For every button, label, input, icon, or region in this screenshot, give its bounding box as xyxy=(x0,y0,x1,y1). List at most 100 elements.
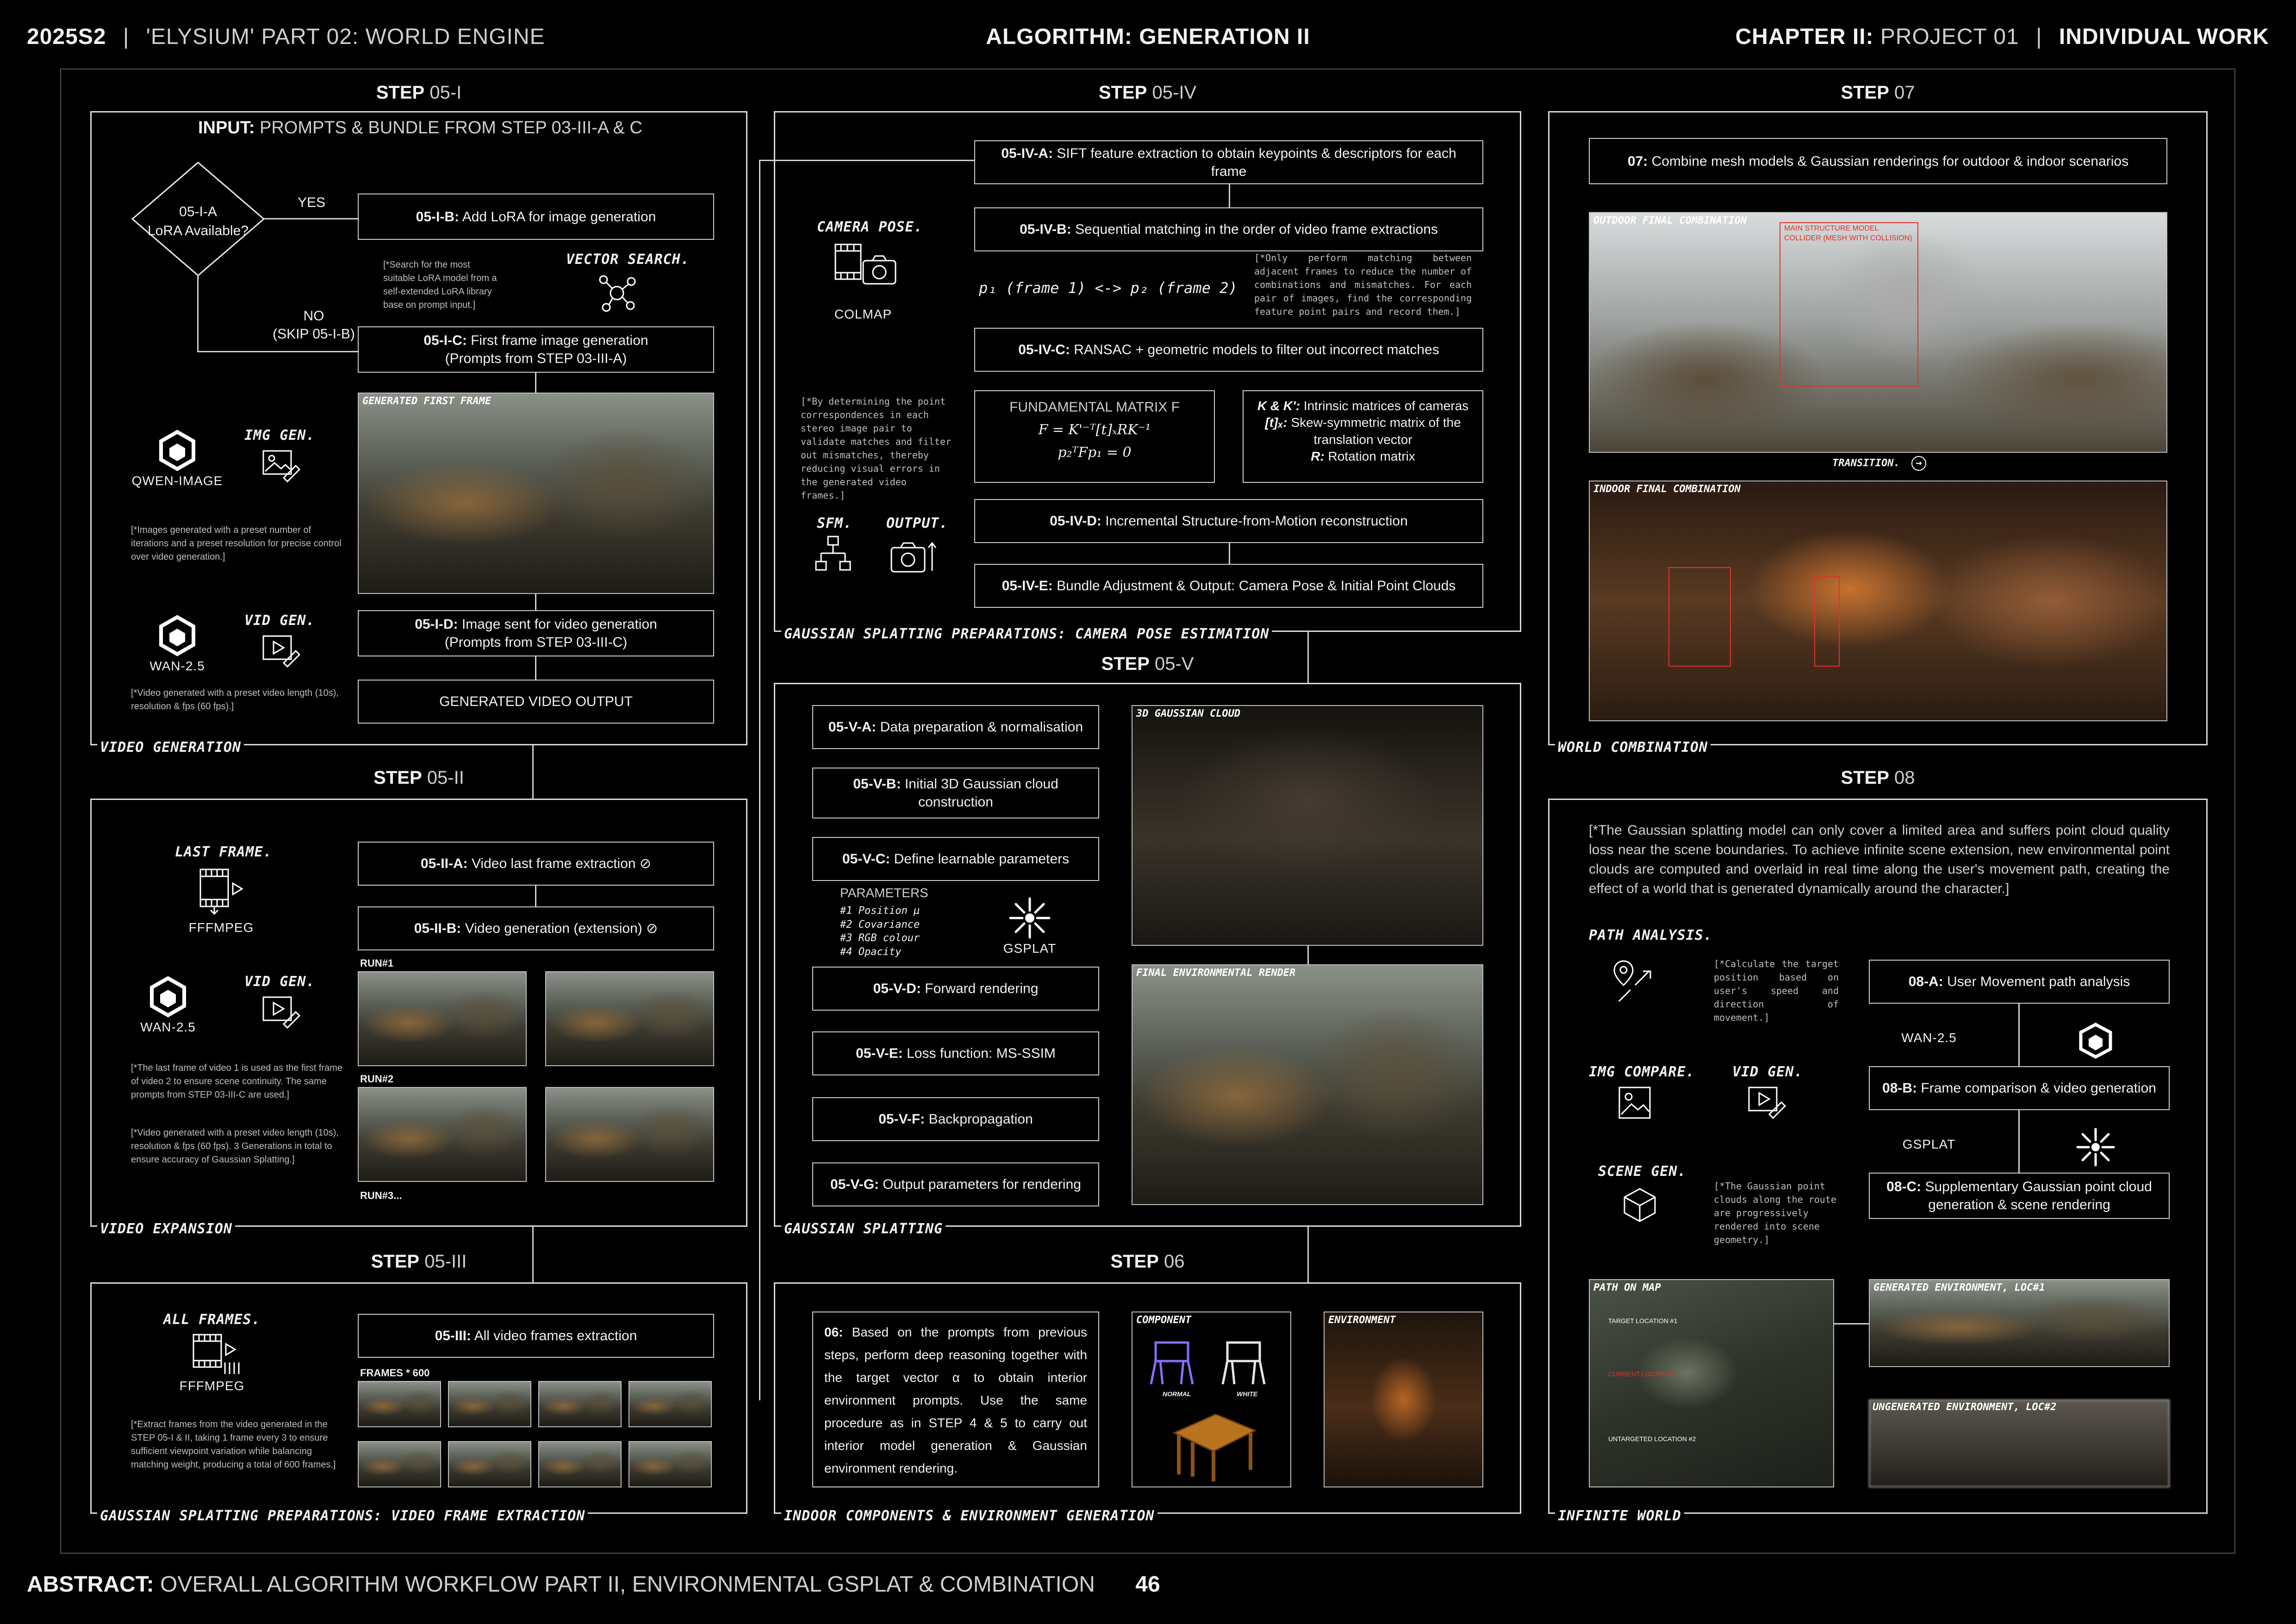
image-tag: 3D GAUSSIAN CLOUD xyxy=(1136,708,1241,719)
panel-footer: VIDEO GENERATION xyxy=(97,739,244,756)
yes-label: YES xyxy=(298,195,326,210)
box-sub: (Prompts from STEP 03-III-A) xyxy=(445,351,627,366)
collider-highlight xyxy=(1668,567,1731,667)
connector xyxy=(535,656,536,680)
panel-footer: INDOOR COMPONENTS & ENVIRONMENT GENERATI… xyxy=(781,1508,1157,1524)
infinite-world-intro: [*The Gaussian splatting model can only … xyxy=(1589,823,2170,896)
box-text: Backpropagation xyxy=(928,1112,1033,1127)
step-05-ii-title: STEP 05-II xyxy=(90,768,747,788)
path-route-icon xyxy=(1613,960,1651,1002)
box-text: RANSAC + geometric models to filter out … xyxy=(1074,342,1439,357)
box-code: 05-IV-D: xyxy=(1050,513,1101,529)
step-number: 06 xyxy=(1164,1251,1185,1272)
box-05-v-b: 05-V-B: Initial 3D Gaussian cloud constr… xyxy=(812,768,1099,818)
box-05-iv-b: 05-IV-B: Sequential matching in the orde… xyxy=(974,207,1483,251)
vid-gen-label: VID GEN. xyxy=(1732,1064,1803,1080)
gaussian-cloud-image: 3D GAUSSIAN CLOUD xyxy=(1132,705,1483,946)
box-text: Image sent for video generation xyxy=(461,617,657,632)
header-right: CHAPTER II: PROJECT 01 | INDIVIDUAL WORK xyxy=(1736,24,2269,50)
generated-first-frame-image: GENERATED FIRST FRAME xyxy=(358,393,714,594)
panel-indoor-generation: 06: Based on the prompts from previous s… xyxy=(774,1282,1521,1514)
box-text: Frame comparison & video generation xyxy=(1921,1081,2156,1096)
image-tag: COMPONENT xyxy=(1136,1314,1192,1326)
box-05-v-c: 05-V-C: Define learnable parameters xyxy=(812,837,1099,881)
panel-footer: GAUSSIAN SPLATTING PREPARATIONS: CAMERA … xyxy=(781,626,1272,642)
no-label: NO (SKIP 05-I-B) xyxy=(268,307,360,343)
decision-text: 05-I-A LoRA Available? xyxy=(129,203,268,240)
indoor-combination-image: INDOOR FINAL COMBINATION xyxy=(1589,481,2167,721)
run-1-video-frame xyxy=(545,971,714,1066)
wan-logo-icon xyxy=(159,615,195,656)
box-05-v-g: 05-V-G: Output parameters for rendering xyxy=(812,1162,1099,1206)
gsplat-icon xyxy=(1009,897,1051,939)
matrix-legend-box: K & K': Intrinsic matrices of cameras [t… xyxy=(1243,390,1483,483)
box-code: 05-V-D: xyxy=(873,981,921,996)
box-text: Incremental Structure-from-Motion recons… xyxy=(1105,513,1408,529)
extracted-frame-thumb xyxy=(358,1381,441,1427)
matching-note: [*Only perform matching between adjacent… xyxy=(1254,252,1472,317)
component-image: COMPONENT NORMAL WHITE xyxy=(1132,1312,1291,1487)
step-05-v-title: STEP 05-V xyxy=(774,654,1521,675)
box-code: 05-IV-B: xyxy=(1020,222,1071,237)
map-target-1: TARGET LOCATION #1 xyxy=(1608,1317,1678,1324)
collider-highlight xyxy=(1814,576,1840,667)
environment-image: ENVIRONMENT xyxy=(1324,1312,1483,1487)
film-frame-icon xyxy=(199,868,243,915)
connector xyxy=(1834,1323,1869,1324)
legend-term: K & K': xyxy=(1257,399,1300,413)
box-text: Sequential matching in the order of vide… xyxy=(1075,222,1438,237)
box-sub: (Prompts from STEP 03-III-C) xyxy=(444,635,628,650)
image-tag: FINAL ENVIRONMENTAL RENDER xyxy=(1136,967,1296,979)
normal-label: NORMAL xyxy=(1163,1390,1191,1398)
box-code: 05-IV-C: xyxy=(1018,342,1070,357)
img-compare-label: IMG COMPARE. xyxy=(1589,1064,1695,1080)
wan-label: WAN-2.5 xyxy=(149,659,205,673)
legend-desc: Skew-symmetric matrix of the translation… xyxy=(1291,415,1461,447)
video-edit-icon xyxy=(262,996,301,1029)
outdoor-combination-image: OUTDOOR FINAL COMBINATION MAIN STRUCTURE… xyxy=(1589,212,2167,453)
run-2-video-frame xyxy=(545,1087,714,1182)
box-code: 05-IV-E: xyxy=(1002,578,1053,593)
wooden-table-icon xyxy=(1172,1413,1257,1481)
step-05-i-title: STEP 05-I xyxy=(90,82,747,103)
box-text: Bundle Adjustment & Output: Camera Pose … xyxy=(1057,578,1456,593)
video-edit-icon xyxy=(262,635,301,668)
step-08-title: STEP 08 xyxy=(1548,768,2208,788)
fm-title: FUNDAMENTAL MATRIX F xyxy=(1009,400,1180,415)
step-number: 08 xyxy=(1894,768,1915,788)
sfm-label: SFM. xyxy=(817,515,852,531)
box-text: All video frames extraction xyxy=(474,1328,637,1343)
header-separator-right: | xyxy=(2036,25,2042,49)
collider-label: MAIN STRUCTURE MODEL COLLIDER (MESH WITH… xyxy=(1784,225,1912,242)
box-text: Initial 3D Gaussian cloud construction xyxy=(904,776,1058,810)
box-05-i-b: 05-I-B: Add LoRA for image generation xyxy=(358,194,714,240)
step-label: STEP xyxy=(1110,1251,1159,1272)
box-text: Loss function: MS-SSIM xyxy=(907,1046,1056,1061)
map-target-2: UNTARGETED LOCATION #2 xyxy=(1608,1435,1696,1443)
box-text: Video generation (extension) xyxy=(465,921,642,936)
extracted-frame-thumb xyxy=(358,1441,441,1487)
box-08-b: 08-B: Frame comparison & video generatio… xyxy=(1869,1066,2170,1110)
vector-search-icon xyxy=(599,275,636,312)
page-number: 46 xyxy=(1120,1572,1176,1597)
extracted-frame-thumb xyxy=(448,1381,531,1427)
wan-logo-icon xyxy=(150,976,186,1018)
white-label: WHITE xyxy=(1237,1390,1258,1398)
box-code: 05-I-C: xyxy=(423,333,467,348)
box-code: 08-C: xyxy=(1886,1179,1922,1194)
transition-label: TRANSITION. → xyxy=(1549,456,2209,471)
box-code: 05-III: xyxy=(435,1328,471,1343)
no-text: NO xyxy=(303,308,324,324)
collider-highlight xyxy=(1780,222,1918,387)
image-tag: PATH ON MAP xyxy=(1593,1282,1661,1293)
epipolar-constraint: p₂ᵀFp₁ = 0 xyxy=(1058,444,1132,461)
ransac-note: [*By determining the point correspondenc… xyxy=(801,396,952,501)
legend-term: R: xyxy=(1311,449,1325,464)
generated-environment-image: GENERATED ENVIRONMENT, LOC#1 xyxy=(1869,1279,2170,1367)
map-current-location: CURRENT LOCATION xyxy=(1608,1370,1674,1378)
img-gen-label: IMG GEN. xyxy=(244,427,315,443)
final-environment-render-image: FINAL ENVIRONMENTAL RENDER xyxy=(1132,964,1483,1205)
box-code: 08-B: xyxy=(1882,1081,1917,1096)
page-title-text: ALGORITHM: GENERATION II xyxy=(986,25,1310,49)
panel-footer: WORLD COMBINATION xyxy=(1555,739,1711,756)
